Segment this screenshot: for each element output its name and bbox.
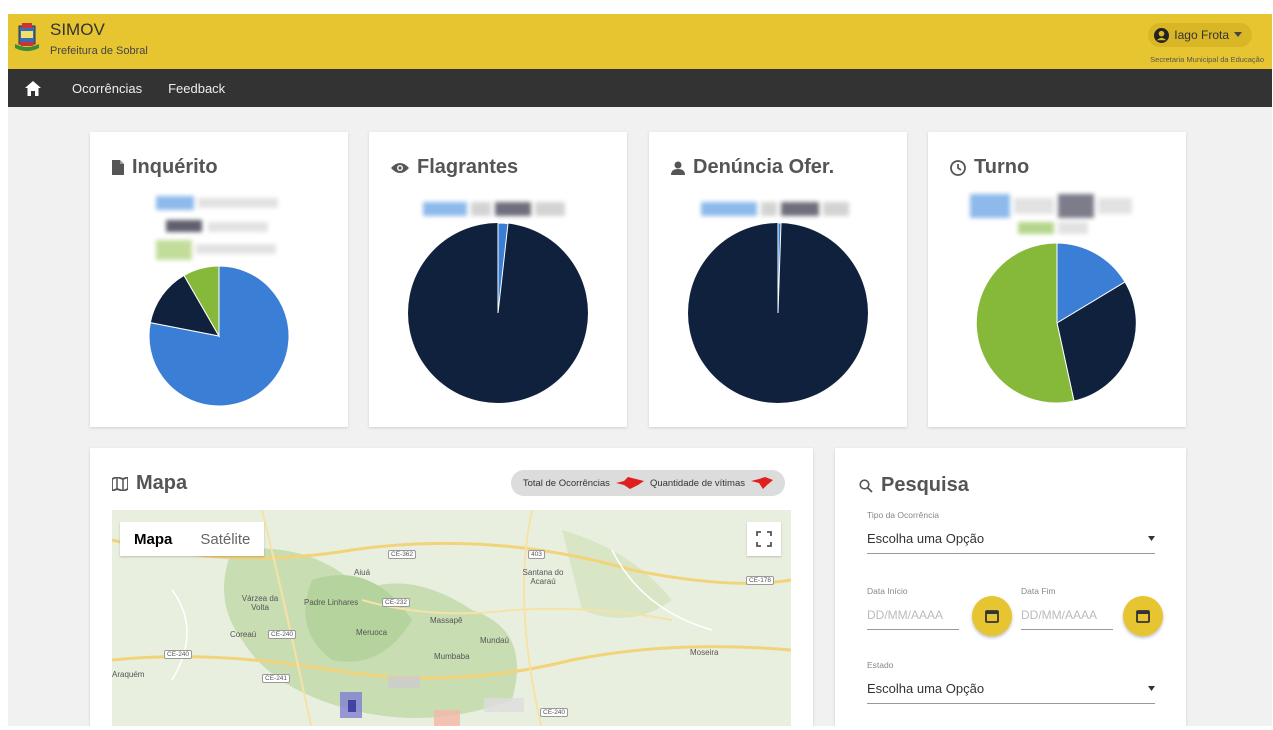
road-tag: CE-240: [268, 630, 297, 639]
map-icon: [112, 476, 128, 491]
map-legend-badge: Total de Ocorrências Quantidade de vítim…: [510, 470, 785, 496]
map-place-label: Aiuá: [354, 568, 371, 577]
map-place-label: Meruoca: [356, 628, 388, 637]
calendar-icon: [1136, 610, 1150, 623]
end-date-label: Data Fim: [1021, 586, 1056, 596]
clock-icon: [950, 159, 966, 176]
nav-item-ocorrencias[interactable]: Ocorrências: [72, 81, 142, 96]
map-place-label: Mumbaba: [434, 652, 470, 661]
search-icon: [859, 478, 873, 493]
road-tag: CE-178: [746, 576, 775, 585]
chart-legend: [701, 202, 851, 218]
caret-down-icon: [1148, 536, 1155, 541]
end-date-calendar-button[interactable]: [1123, 596, 1163, 636]
chart-legend: [423, 202, 565, 218]
main-nav: Ocorrências Feedback: [8, 69, 1272, 107]
pie-chart-inquerito: [148, 265, 290, 407]
start-date-input[interactable]: DD/MM/AAAA: [867, 600, 959, 630]
map-place-label: Massapê: [430, 616, 463, 625]
map-place-label: Coreaú: [230, 630, 257, 639]
nav-home-button[interactable]: [8, 69, 58, 107]
legend-victims-label: Quantidade de vítimas: [649, 477, 745, 489]
card-title-denuncia: Denúncia Ofer.: [693, 156, 835, 178]
card-inquerito: Inquérito: [90, 132, 348, 427]
map-place-label: Mundaú: [480, 636, 509, 645]
map-place-label: Araquém: [112, 670, 145, 679]
card-title-mapa: Mapa: [136, 472, 188, 494]
start-date-placeholder: DD/MM/AAAA: [867, 607, 944, 622]
end-date-input[interactable]: DD/MM/AAAA: [1021, 600, 1113, 630]
card-title-turno: Turno: [974, 156, 1030, 178]
end-date-placeholder: DD/MM/AAAA: [1021, 607, 1098, 622]
type-select[interactable]: Escolha uma Opção: [867, 524, 1155, 554]
map-view[interactable]: Aiuá Santana do Acaraú Várzea da Volta P…: [112, 510, 791, 726]
start-date-label: Data Início: [867, 586, 908, 596]
pie-chart-turno: [976, 242, 1137, 404]
map-shape-red-small-icon: [751, 477, 773, 489]
road-tag: 403: [528, 550, 545, 559]
pie-chart-denuncia: [688, 222, 868, 403]
app-title: SIMOV: [50, 20, 105, 39]
document-icon: [112, 160, 124, 175]
map-place-label: Várzea da Volta: [241, 594, 279, 612]
fullscreen-icon: [756, 531, 772, 547]
road-tag: CE-241: [262, 674, 291, 683]
road-tag: CE-232: [382, 598, 411, 607]
start-date-calendar-button[interactable]: [972, 596, 1012, 636]
map-shape-red-icon: [615, 477, 644, 489]
state-select[interactable]: Escolha uma Opção: [867, 674, 1155, 704]
user-name: Iago Frota: [1174, 28, 1229, 42]
calendar-icon: [985, 610, 999, 623]
type-field-label: Tipo da Ocorrência: [867, 510, 939, 520]
person-icon: [671, 161, 685, 175]
card-title-inquerito: Inquérito: [132, 156, 218, 178]
card-title-flagrantes: Flagrantes: [417, 156, 519, 178]
app-subtitle: Prefeitura de Sobral: [50, 45, 148, 57]
state-field-label: Estado: [867, 660, 894, 670]
user-department: Secretaria Municipal da Educação: [1150, 55, 1264, 64]
map-tab-satelite[interactable]: Satélite: [186, 522, 264, 556]
user-menu-button[interactable]: Iago Frota: [1148, 23, 1252, 47]
nav-item-feedback[interactable]: Feedback: [168, 81, 225, 96]
card-flagrantes: Flagrantes: [369, 132, 627, 427]
card-title-pesquisa: Pesquisa: [881, 474, 969, 496]
road-tag: CE-240: [164, 650, 193, 659]
type-select-value: Escolha uma Opção: [867, 531, 985, 546]
chart-legend: [970, 194, 1134, 242]
map-type-toggle: Mapa Satélite: [120, 522, 265, 556]
map-place-label: Santana do Acaraú: [522, 568, 564, 586]
top-header: SIMOV Prefeitura de Sobral Iago Frota Se…: [8, 14, 1272, 69]
map-tab-mapa[interactable]: Mapa: [120, 522, 186, 556]
card-mapa: Mapa Total de Ocorrências Quantidade de …: [90, 448, 813, 726]
caret-down-icon: [1234, 32, 1242, 37]
caret-down-icon: [1148, 686, 1155, 691]
logo-crest: [15, 23, 39, 51]
road-tag: CE-362: [388, 550, 417, 559]
fullscreen-button[interactable]: [747, 522, 781, 556]
road-tag: CE-240: [540, 708, 569, 717]
state-select-value: Escolha uma Opção: [867, 681, 985, 696]
card-pesquisa: Pesquisa Tipo da Ocorrência Escolha uma …: [835, 448, 1186, 726]
app-frame: SIMOV Prefeitura de Sobral Iago Frota Se…: [8, 14, 1272, 726]
pie-chart-flagrantes: [408, 222, 588, 403]
map-place-label: Padre Linhares: [304, 598, 359, 607]
legend-total-label: Total de Ocorrências: [522, 477, 610, 489]
card-denuncia: Denúncia Ofer.: [649, 132, 907, 427]
home-icon: [25, 80, 41, 96]
user-avatar-icon: [1154, 27, 1170, 43]
eye-icon: [391, 162, 409, 173]
card-turno: Turno: [928, 132, 1186, 427]
map-place-label: Moseira: [690, 648, 719, 657]
chart-legend: [156, 196, 282, 262]
